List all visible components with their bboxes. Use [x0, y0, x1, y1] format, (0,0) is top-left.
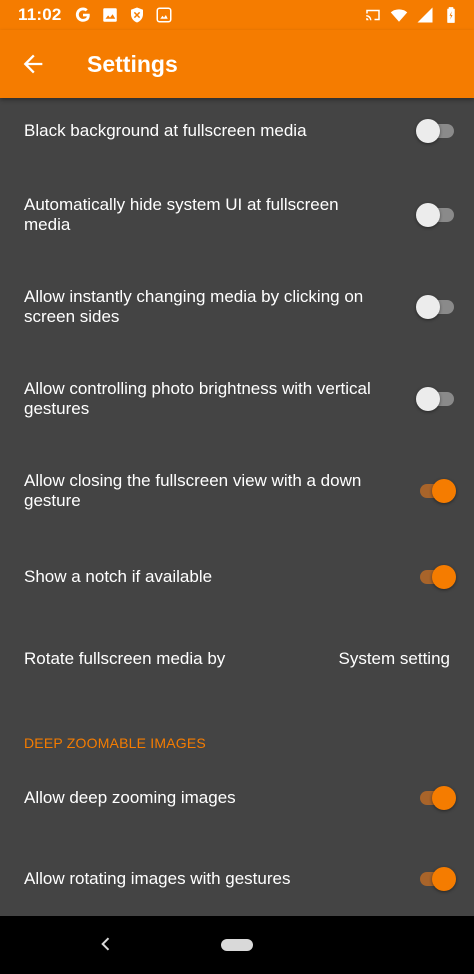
brightness-gestures-switch[interactable]: [416, 387, 456, 411]
show-notch-switch[interactable]: [416, 565, 456, 589]
down-gesture-switch[interactable]: [416, 479, 456, 503]
signal-icon: [417, 7, 433, 23]
setting-rotate-fullscreen[interactable]: Rotate fullscreen media by System settin…: [0, 626, 474, 692]
setting-label: Automatically hide system UI at fullscre…: [24, 195, 339, 234]
setting-instant-change[interactable]: Allow instantly changing media by clicki…: [0, 264, 474, 350]
switch-thumb: [432, 565, 456, 589]
deep-zoom-switch[interactable]: [416, 786, 456, 810]
setting-label: Allow closing the fullscreen view with a…: [24, 471, 362, 510]
setting-hide-system-ui[interactable]: Automatically hide system UI at fullscre…: [0, 172, 474, 258]
app-bar: Settings: [0, 30, 474, 98]
switch-thumb: [432, 479, 456, 503]
setting-label: Allow rotating images with gestures: [24, 869, 291, 888]
rotate-setting-value: System setting: [338, 649, 451, 668]
back-button[interactable]: [0, 30, 66, 98]
photo-frame-icon: [156, 7, 172, 23]
setting-rotate-gestures[interactable]: Allow rotating images with gestures: [0, 846, 474, 912]
switch-thumb: [416, 119, 440, 143]
switch-thumb: [416, 203, 440, 227]
nav-back-icon[interactable]: [96, 934, 116, 954]
setting-deep-zoom[interactable]: Allow deep zooming images: [0, 765, 474, 831]
switch-thumb: [416, 295, 440, 319]
switch-thumb: [432, 867, 456, 891]
status-time: 11:02: [18, 5, 62, 24]
setting-label: Allow deep zooming images: [24, 788, 236, 807]
switch-thumb: [432, 786, 456, 810]
settings-list: Black background at fullscreen media Aut…: [0, 98, 474, 916]
setting-label: Rotate fullscreen media by: [24, 649, 226, 668]
wifi-icon: [390, 9, 408, 22]
setting-label: Show a notch if available: [24, 567, 213, 586]
setting-brightness-gestures[interactable]: Allow controlling photo brightness with …: [0, 356, 474, 442]
status-bar: 11:02: [0, 0, 474, 30]
google-icon: [75, 7, 90, 22]
screen: 11:02 Settings Black background at fulls…: [0, 0, 474, 974]
status-right-icons: [364, 6, 460, 24]
image-icon: [102, 8, 117, 22]
status-left-icons: [74, 6, 173, 24]
setting-show-notch[interactable]: Show a notch if available: [0, 544, 474, 610]
section-header-deep-zoom: DEEP ZOOMABLE IMAGES: [24, 735, 206, 751]
setting-label: Allow controlling photo brightness with …: [24, 379, 371, 418]
setting-black-background[interactable]: Black background at fullscreen media: [0, 98, 474, 164]
shield-icon: [130, 7, 143, 23]
switch-thumb: [416, 387, 440, 411]
setting-down-gesture[interactable]: Allow closing the fullscreen view with a…: [0, 448, 474, 534]
black-background-switch[interactable]: [416, 119, 456, 143]
navigation-bar: [0, 916, 474, 974]
page-title: Settings: [87, 50, 178, 77]
hide-system-ui-switch[interactable]: [416, 203, 456, 227]
home-pill-icon[interactable]: [221, 939, 253, 951]
arrow-left-icon: [23, 54, 43, 74]
battery-icon: [447, 7, 455, 23]
rotate-gestures-switch[interactable]: [416, 867, 456, 891]
instant-change-switch[interactable]: [416, 295, 456, 319]
cast-icon: [366, 9, 380, 21]
setting-label: Black background at fullscreen media: [24, 121, 307, 140]
setting-label: Allow instantly changing media by clicki…: [24, 287, 364, 326]
